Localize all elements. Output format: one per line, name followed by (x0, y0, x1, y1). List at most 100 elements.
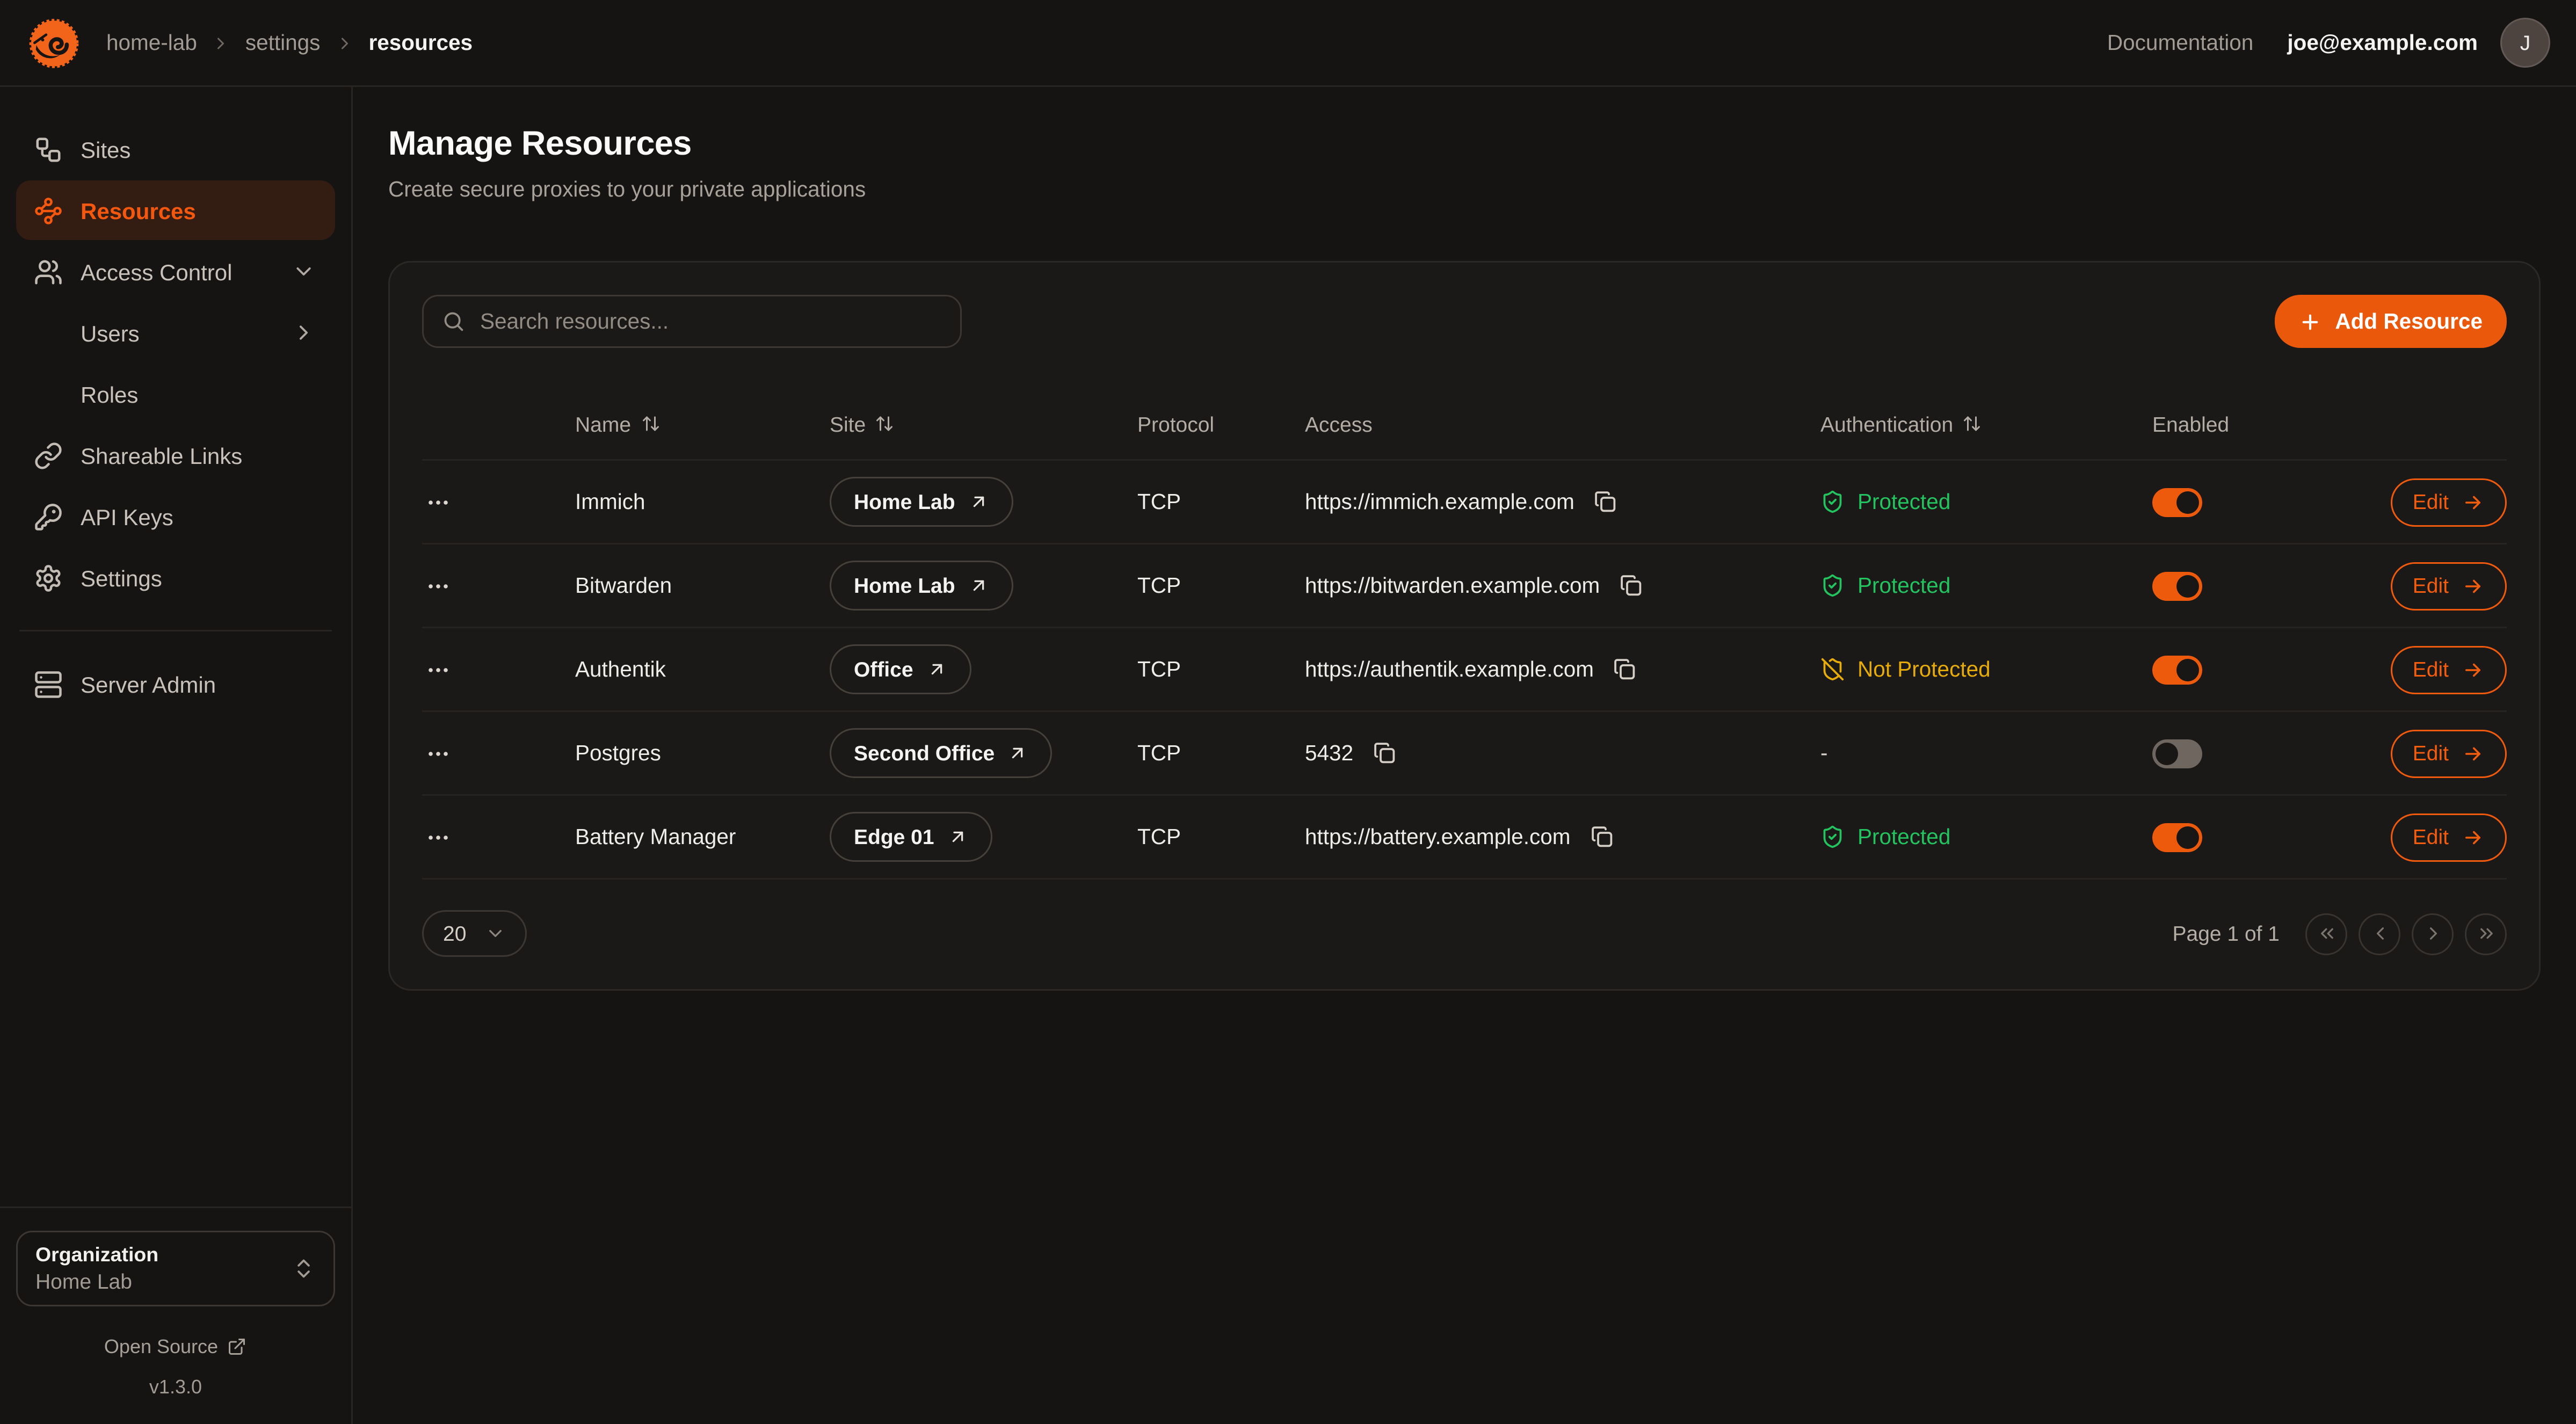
header-label: Enabled (2152, 412, 2229, 436)
sidebar-item-users[interactable]: Users (16, 303, 335, 362)
open-source-link[interactable]: Open Source (16, 1335, 335, 1358)
row-menu-button[interactable] (422, 566, 454, 605)
sidebar-item-resources[interactable]: Resources (16, 180, 335, 240)
external-link-icon (228, 1337, 247, 1356)
add-resource-button[interactable]: Add Resource (2275, 295, 2507, 348)
cell-site: Office (830, 644, 1137, 694)
sidebar-item-settings[interactable]: Settings (16, 548, 335, 607)
edit-button[interactable]: Edit (2390, 729, 2507, 778)
copy-button[interactable] (1616, 570, 1646, 601)
page-size-select[interactable]: 20 (422, 910, 527, 957)
sidebar-item-label: Settings (81, 565, 162, 591)
site-name: Home Lab (854, 490, 955, 514)
first-page-button[interactable] (2305, 913, 2347, 955)
prev-page-button[interactable] (2359, 913, 2400, 955)
chevron-down-icon (288, 259, 317, 284)
site-link-office[interactable]: Office (830, 644, 971, 694)
table-row-bitwarden: BitwardenHome LabTCPhttps://bitwarden.ex… (422, 544, 2507, 628)
site-link-edge-01[interactable]: Edge 01 (830, 812, 992, 862)
pangolin-logo-icon[interactable] (26, 14, 82, 71)
shield-check-icon (1820, 573, 1845, 598)
sidebar-item-shareable-links[interactable]: Shareable Links (16, 425, 335, 485)
cell-access: https://battery.example.com (1305, 822, 1820, 852)
cell-edit: Edit (2375, 645, 2507, 694)
topbar: home-labsettingsresources Documentation … (0, 0, 2576, 87)
users-icon (34, 257, 63, 286)
breadcrumb-item-resources[interactable]: resources (368, 31, 473, 55)
arrow-right-icon (2462, 491, 2484, 513)
sidebar-item-roles[interactable]: Roles (16, 364, 335, 424)
sidebar-item-server-admin[interactable]: Server Admin (16, 654, 335, 714)
breadcrumb-item-home-lab[interactable]: home-lab (106, 31, 197, 55)
cell-site: Home Lab (830, 561, 1137, 611)
app-root: home-labsettingsresources Documentation … (0, 0, 2576, 1424)
user-email-menu[interactable]: joe@example.com (2287, 31, 2478, 55)
row-menu-button[interactable] (422, 818, 454, 856)
sidebar-item-label: Users (81, 320, 140, 346)
copy-button[interactable] (1586, 822, 1617, 852)
header-label: Name (575, 412, 631, 436)
auth-label: Not Protected (1857, 657, 1991, 681)
cell-edit: Edit (2375, 729, 2507, 778)
row-menu-button[interactable] (422, 483, 454, 521)
sidebar-item-api-keys[interactable]: API Keys (16, 486, 335, 546)
cell-actions (422, 483, 575, 521)
header-cell-site[interactable]: Site (830, 412, 1137, 436)
edit-button[interactable]: Edit (2390, 813, 2507, 861)
enabled-toggle[interactable] (2152, 739, 2202, 768)
edit-label: Edit (2413, 741, 2449, 765)
row-menu-button[interactable] (422, 650, 454, 689)
cell-authentication: Not Protected (1820, 657, 2152, 681)
header-cell-authentication[interactable]: Authentication (1820, 412, 2152, 436)
documentation-link[interactable]: Documentation (2107, 31, 2253, 55)
header-cell-protocol: Protocol (1137, 412, 1305, 436)
site-link-second-office[interactable]: Second Office (830, 728, 1053, 778)
avatar[interactable]: J (2500, 18, 2550, 68)
breadcrumb-item-settings[interactable]: settings (245, 31, 321, 55)
organization-label: Organization (35, 1244, 158, 1266)
cell-access: https://bitwarden.example.com (1305, 570, 1820, 601)
sidebar-item-access-control[interactable]: Access Control (16, 242, 335, 301)
edit-button[interactable]: Edit (2390, 645, 2507, 694)
cell-enabled (2152, 655, 2375, 684)
breadcrumb: home-lab settings resources (106, 31, 473, 55)
main-content: Manage Resources Create secure proxies t… (353, 87, 2576, 1424)
cell-edit: Edit (2375, 562, 2507, 610)
copy-button[interactable] (1610, 654, 1641, 685)
enabled-toggle[interactable] (2152, 655, 2202, 684)
enabled-toggle[interactable] (2152, 488, 2202, 517)
site-link-home-lab[interactable]: Home Lab (830, 477, 1013, 527)
site-name: Office (854, 657, 913, 681)
copy-button[interactable] (1591, 486, 1621, 517)
add-resource-label: Add Resource (2335, 309, 2483, 333)
access-url: https://authentik.example.com (1305, 657, 1594, 681)
cell-authentication: Protected (1820, 825, 2152, 849)
sidebar-item-label: API Keys (81, 504, 173, 529)
cell-site: Home Lab (830, 477, 1137, 527)
sidebar: SitesResourcesAccess Control Users RolesSh… (0, 87, 353, 1424)
row-menu-button[interactable] (422, 734, 454, 773)
last-page-button[interactable] (2465, 913, 2507, 955)
organization-value: Home Lab (35, 1269, 158, 1294)
table-row-immich: ImmichHome LabTCPhttps://immich.example.… (422, 461, 2507, 544)
organization-selector[interactable]: Organization Home Lab (16, 1231, 335, 1306)
cell-site: Second Office (830, 728, 1137, 778)
cell-authentication: - (1820, 741, 2152, 765)
key-icon (34, 502, 63, 531)
enabled-toggle[interactable] (2152, 823, 2202, 852)
search-input[interactable] (480, 309, 942, 333)
site-link-home-lab[interactable]: Home Lab (830, 561, 1013, 611)
edit-label: Edit (2413, 490, 2449, 514)
copy-button[interactable] (1369, 738, 1400, 768)
auth-label: Protected (1857, 573, 1950, 598)
edit-button[interactable]: Edit (2390, 562, 2507, 610)
enabled-toggle[interactable] (2152, 571, 2202, 600)
cell-authentication: Protected (1820, 573, 2152, 598)
sidebar-item-sites[interactable]: Sites (16, 119, 335, 179)
header-label: Protocol (1137, 412, 1214, 436)
sidebar-divider (19, 630, 332, 631)
sort-icon (641, 414, 660, 433)
header-cell-name[interactable]: Name (575, 412, 830, 436)
edit-button[interactable]: Edit (2390, 478, 2507, 526)
next-page-button[interactable] (2412, 913, 2454, 955)
